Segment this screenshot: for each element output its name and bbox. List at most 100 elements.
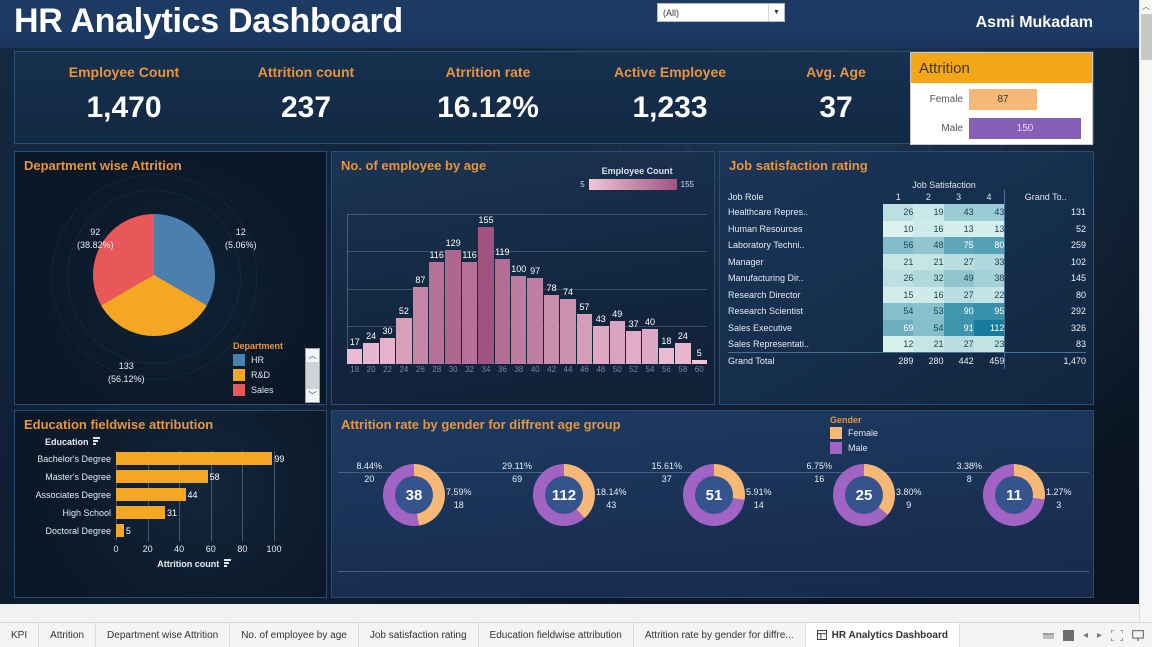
histogram-bar[interactable]: 129 <box>445 238 461 364</box>
table-row[interactable]: Healthcare Repres.. 26 19 43 43 131 <box>728 204 1086 221</box>
tab-toolbar[interactable]: ◂ ▸ <box>1042 623 1152 647</box>
education-bar-row[interactable]: High School 31 <box>20 505 177 520</box>
histogram-bar[interactable]: 100 <box>511 264 527 364</box>
table-cell[interactable]: 26 <box>883 270 914 287</box>
table-row[interactable]: Research Scientist 54 53 90 95 292 <box>728 303 1086 320</box>
histogram-bar[interactable]: 40 <box>642 317 658 364</box>
sheet-tab-bar[interactable]: KPI Attrition Department wise Attrition No.… <box>0 622 1152 647</box>
histogram-bar[interactable]: 17 <box>347 337 363 364</box>
education-x-label[interactable]: Attrition count <box>116 559 274 569</box>
education-bar[interactable] <box>116 452 273 465</box>
table-cell[interactable]: 19 <box>913 204 944 221</box>
chevron-down-icon[interactable]: ▼ <box>768 4 784 21</box>
fit-screen-icon[interactable] <box>1111 629 1123 641</box>
table-cell[interactable]: 69 <box>883 319 914 336</box>
scroll-up-icon[interactable]: ︿ <box>1140 0 1152 13</box>
legend-scrollbar[interactable]: ︿ ﹀ <box>305 348 320 403</box>
scrollbar-thumb[interactable] <box>1141 14 1152 60</box>
sort-icon[interactable] <box>223 559 233 568</box>
table-row[interactable]: Manager 21 21 27 33 102 <box>728 253 1086 270</box>
table-cell[interactable]: 53 <box>913 303 944 320</box>
legend-item-hr[interactable]: HR <box>233 354 283 366</box>
education-bar[interactable] <box>116 506 165 519</box>
table-cell[interactable]: 48 <box>913 237 944 254</box>
table-row[interactable]: Human Resources 10 16 13 13 52 <box>728 220 1086 237</box>
table-cell[interactable]: 49 <box>943 270 974 287</box>
table-cell[interactable]: 38 <box>973 270 1005 287</box>
table-cell[interactable]: 91 <box>943 319 974 336</box>
histogram-bar[interactable]: 78 <box>543 283 560 364</box>
table-cell[interactable]: 32 <box>913 270 944 287</box>
table-cell[interactable]: 27 <box>943 336 974 353</box>
table-row[interactable]: Research Director 15 16 27 22 80 <box>728 286 1086 303</box>
scroll-up-icon[interactable]: ︿ <box>306 349 319 362</box>
grand-total-header[interactable]: Grand To.. <box>1004 190 1086 204</box>
donut-chart[interactable]: 25 <box>833 464 895 526</box>
sheet-tab[interactable]: Education fieldwise attribution <box>479 623 634 647</box>
donut-chart[interactable]: 51 <box>683 464 745 526</box>
table-cell[interactable]: 15 <box>883 286 914 303</box>
table-cell[interactable]: 54 <box>913 319 944 336</box>
table-row[interactable]: Laboratory Techni.. 56 48 75 80 259 <box>728 237 1086 254</box>
sheet-tab[interactable]: No. of employee by age <box>230 623 359 647</box>
table-cell[interactable]: 27 <box>943 253 974 270</box>
table-cell[interactable]: 13 <box>943 220 974 237</box>
donut-chart[interactable]: 112 <box>533 464 595 526</box>
histogram-bar[interactable]: 155 <box>478 215 494 364</box>
show-sheet-icon[interactable] <box>1062 629 1074 641</box>
table-row[interactable]: Manufacturing Dir.. 26 32 49 38 145 <box>728 270 1086 287</box>
table-cell[interactable]: 12 <box>883 336 914 353</box>
sheet-tab[interactable]: Attrition <box>39 623 97 647</box>
table-cell[interactable]: 75 <box>943 237 974 254</box>
table-cell[interactable]: 10 <box>883 220 914 237</box>
histogram-bar[interactable]: 52 <box>396 306 412 364</box>
legend-item-sales[interactable]: Sales <box>233 384 283 396</box>
table-cell[interactable]: 56 <box>883 237 914 254</box>
scrollbar-track[interactable] <box>306 362 319 389</box>
histogram-bar[interactable]: 5 <box>691 348 707 364</box>
table-cell[interactable]: 54 <box>883 303 914 320</box>
column-header[interactable]: 4 <box>974 190 1005 204</box>
show-filmstrip-icon[interactable] <box>1042 630 1054 641</box>
job-satisfaction-table[interactable]: Job Satisfaction Job Role 1 2 3 4 Grand … <box>728 180 1086 369</box>
column-header[interactable]: 3 <box>944 190 974 204</box>
table-cell[interactable]: 90 <box>943 303 974 320</box>
histogram-bar[interactable]: 116 <box>429 250 445 364</box>
scroll-down-icon[interactable]: ﹀ <box>306 389 319 402</box>
histogram-bar[interactable]: 119 <box>494 247 511 364</box>
table-cell[interactable]: 95 <box>973 303 1005 320</box>
table-cell[interactable]: 80 <box>973 237 1005 254</box>
column-header[interactable]: 2 <box>913 190 943 204</box>
table-cell[interactable]: 33 <box>973 253 1005 270</box>
presentation-mode-icon[interactable] <box>1132 629 1144 641</box>
histogram-bar[interactable]: 30 <box>379 326 396 364</box>
sheet-tab[interactable]: Attrition rate by gender for diffre... <box>634 623 806 647</box>
donut-chart[interactable]: 38 <box>383 464 445 526</box>
sheet-tabs[interactable]: KPI Attrition Department wise Attrition No.… <box>0 623 960 647</box>
histogram-bar[interactable]: 97 <box>527 266 543 364</box>
table-cell[interactable]: 13 <box>973 220 1005 237</box>
vertical-scrollbar[interactable]: ︿ <box>1139 0 1152 622</box>
table-cell[interactable]: 21 <box>913 336 944 353</box>
education-bar-row[interactable]: Doctoral Degree 5 <box>20 523 131 538</box>
histogram-bar[interactable]: 74 <box>560 287 576 364</box>
table-row[interactable]: Sales Executive 69 54 91 112 326 <box>728 319 1086 336</box>
table-cell[interactable]: 43 <box>973 204 1005 221</box>
histogram-bar[interactable]: 43 <box>593 314 609 364</box>
table-cell[interactable]: 112 <box>973 319 1005 336</box>
table-cell[interactable]: 21 <box>883 253 914 270</box>
global-filter-dropdown[interactable]: (All) ▼ <box>657 3 785 22</box>
histogram-bar[interactable]: 116 <box>461 250 478 364</box>
sheet-tab[interactable]: HR Analytics Dashboard <box>805 623 960 647</box>
column-header[interactable]: 1 <box>883 190 913 204</box>
histogram-bar[interactable]: 37 <box>625 319 642 364</box>
histogram-bar[interactable]: 57 <box>576 302 593 364</box>
next-sheet-icon[interactable]: ▸ <box>1097 630 1102 641</box>
table-cell[interactable]: 22 <box>973 286 1005 303</box>
education-axis-header[interactable]: Education <box>45 437 102 447</box>
table-cell[interactable]: 21 <box>913 253 944 270</box>
sort-icon[interactable] <box>93 437 102 446</box>
education-bar[interactable] <box>116 524 124 537</box>
table-row[interactable]: Sales Representati.. 12 21 27 23 83 <box>728 336 1086 353</box>
sheet-tab[interactable]: Department wise Attrition <box>96 623 231 647</box>
